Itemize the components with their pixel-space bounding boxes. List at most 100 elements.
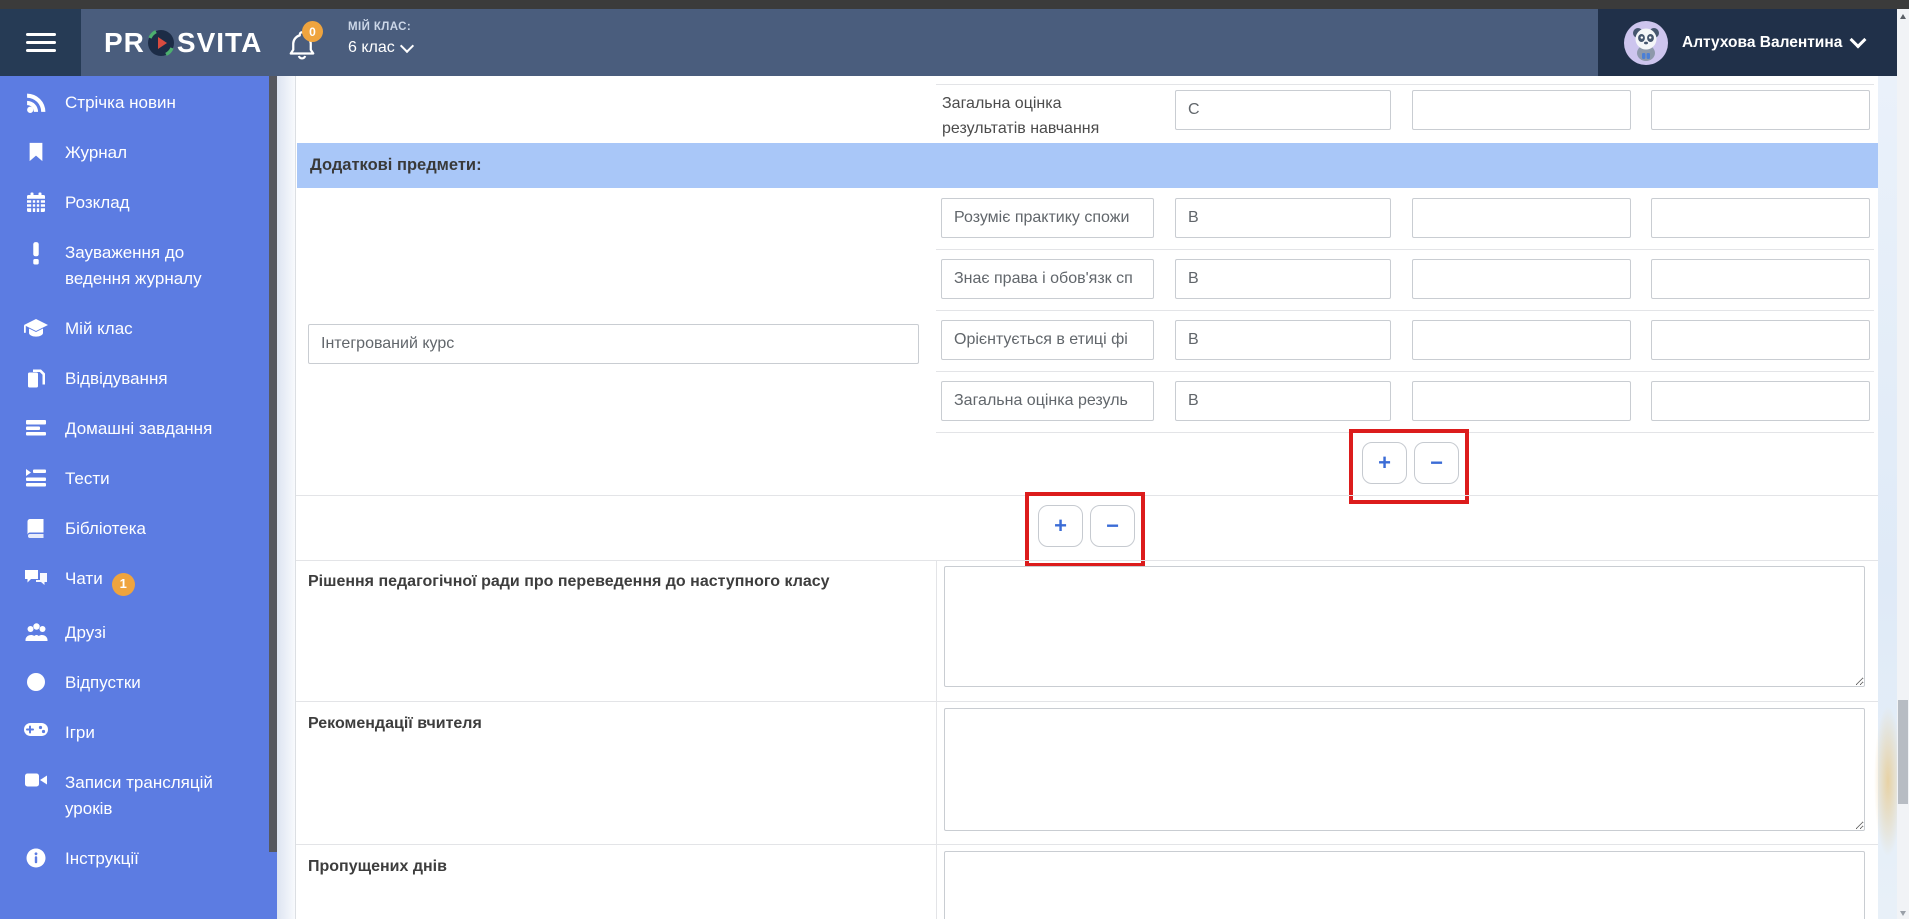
logo-play-icon [147,29,174,56]
highlight-box-criteria-controls [1349,429,1469,504]
app-screen: PR SVITA 0 МІЙ КЛАС: 6 клас Алтухова Вал… [0,0,1909,919]
sidebar-item-my-class[interactable]: Мій клас [0,304,277,354]
criterion-input-1[interactable] [941,198,1154,238]
row-divider [296,844,1879,845]
browser-edge-strip [0,0,1909,9]
row-divider [296,560,1879,561]
teacher-recommendations-textarea[interactable] [944,708,1865,831]
grade-input-4[interactable] [1175,381,1391,421]
hamburger-icon [25,28,56,57]
sidebar-item-games[interactable]: Ігри [0,708,277,758]
page-scrollbar-thumb[interactable] [1898,700,1908,804]
column-divider [936,560,937,919]
missed-days-textarea[interactable] [944,851,1865,919]
sidebar-item-journal[interactable]: Журнал [0,128,277,178]
list-lines-icon [23,417,49,437]
my-class-value: 6 клас [348,39,395,56]
pedagogical-decision-label: Рішення педагогічної ради про переведенн… [308,573,830,590]
additional-subjects-header: Додаткові предмети: [297,143,1878,188]
circle-icon [23,671,49,693]
exclamation-icon [23,241,49,265]
sidebar-item-vacations[interactable]: Відпустки [0,658,277,708]
missed-days-label: Пропущених днів [308,858,447,875]
grade-extra-input-1b[interactable] [1651,198,1870,238]
sidebar-item-news-feed[interactable]: Стрічка новин [0,78,277,128]
sidebar-item-lesson-recordings[interactable]: Записи трансляцій уроків [0,758,277,834]
row-divider [936,249,1874,250]
criterion-input-4[interactable] [941,381,1154,421]
row-divider [936,371,1874,372]
teacher-recommendations-label: Рекомендації вчителя [308,715,482,732]
sidebar-item-homework[interactable]: Домашні завдання [0,404,277,454]
sidebar-nav: Стрічка новин Журнал Розклад Зауваження … [0,76,277,884]
users-icon [23,621,49,642]
sidebar-item-chats[interactable]: Чати 1 [0,554,277,608]
overall-grade-input[interactable] [1175,90,1391,130]
student-report-form: Загальна оцінка результатів навчання Дод… [295,76,1880,919]
app-logo[interactable]: PR SVITA [104,9,262,76]
grade-extra-input-4b[interactable] [1651,381,1870,421]
scroll-down-arrow-icon[interactable] [1900,911,1906,916]
sidebar-item-friends[interactable]: Друзі [0,608,277,658]
grade-input-2[interactable] [1175,259,1391,299]
tasks-icon [23,467,49,487]
overall-grade-extra-input-2[interactable] [1651,90,1870,130]
scroll-up-arrow-icon[interactable] [1900,14,1906,19]
grade-extra-input-3b[interactable] [1651,320,1870,360]
panda-avatar-image [1633,27,1659,61]
my-class-label: МІЙ КЛАС: [348,21,412,33]
rss-icon [23,91,49,114]
grade-extra-input-2a[interactable] [1412,259,1631,299]
criterion-input-3[interactable] [941,320,1154,360]
my-class-selector[interactable]: МІЙ КЛАС: 6 клас [348,21,414,57]
sidebar-item-chats-label: Чати [65,569,103,588]
grade-extra-input-4a[interactable] [1412,381,1631,421]
page-scrollbar[interactable] [1897,9,1909,919]
row-divider [936,310,1874,311]
notifications-button[interactable]: 0 [287,21,329,65]
menu-toggle-button[interactable] [0,9,81,76]
grade-extra-input-3a[interactable] [1412,320,1631,360]
additional-subjects-header-text: Додаткові предмети: [310,156,482,174]
page-background-sliver [1874,76,1902,919]
criterion-input-2[interactable] [941,259,1154,299]
video-camera-icon [23,771,49,789]
sidebar-content-gap [277,76,295,919]
pages-icon [23,367,49,390]
logo-text-post: SVITA [176,26,263,58]
sidebar-item-schedule[interactable]: Розклад [0,178,277,228]
grade-input-1[interactable] [1175,198,1391,238]
user-chevron-down-icon [1849,31,1867,49]
logo-text-pre: PR [104,26,145,58]
row-divider [296,701,1879,702]
highlight-box-subject-controls [1025,492,1145,567]
pedagogical-decision-textarea[interactable] [944,566,1865,687]
chat-bubbles-icon [23,567,49,589]
sidebar-item-instructions[interactable]: Інструкції [0,834,277,884]
calendar-icon [23,191,49,213]
overall-grade-label: Загальна оцінка результатів навчання [942,95,1100,137]
sidebar-item-library[interactable]: Бібліотека [0,504,277,554]
notification-count-badge: 0 [302,21,323,42]
chevron-down-icon [399,38,414,54]
sidebar: Стрічка новин Журнал Розклад Зауваження … [0,76,277,919]
gamepad-icon [23,721,49,739]
sidebar-item-attendance[interactable]: Відвідування [0,354,277,404]
avatar [1624,20,1668,65]
sidebar-scrollbar-thumb[interactable] [269,76,277,852]
grade-extra-input-1a[interactable] [1412,198,1631,238]
grade-input-3[interactable] [1175,320,1391,360]
overall-grade-extra-input-1[interactable] [1412,90,1631,130]
grade-extra-input-2b[interactable] [1651,259,1870,299]
info-icon [23,847,49,869]
graduation-cap-icon [23,317,49,339]
sidebar-item-tests[interactable]: Тести [0,454,277,504]
topbar: PR SVITA 0 МІЙ КЛАС: 6 клас Алтухова Вал… [0,9,1909,76]
subject-name-input[interactable] [308,324,919,364]
table-top-border [936,84,1874,85]
chats-count-badge: 1 [111,572,135,596]
user-menu[interactable]: Алтухова Валентина [1598,9,1897,76]
book-icon [23,517,49,539]
sidebar-item-journal-remarks[interactable]: Зауваження до ведення журналу [0,228,277,304]
bookmark-icon [23,141,49,163]
